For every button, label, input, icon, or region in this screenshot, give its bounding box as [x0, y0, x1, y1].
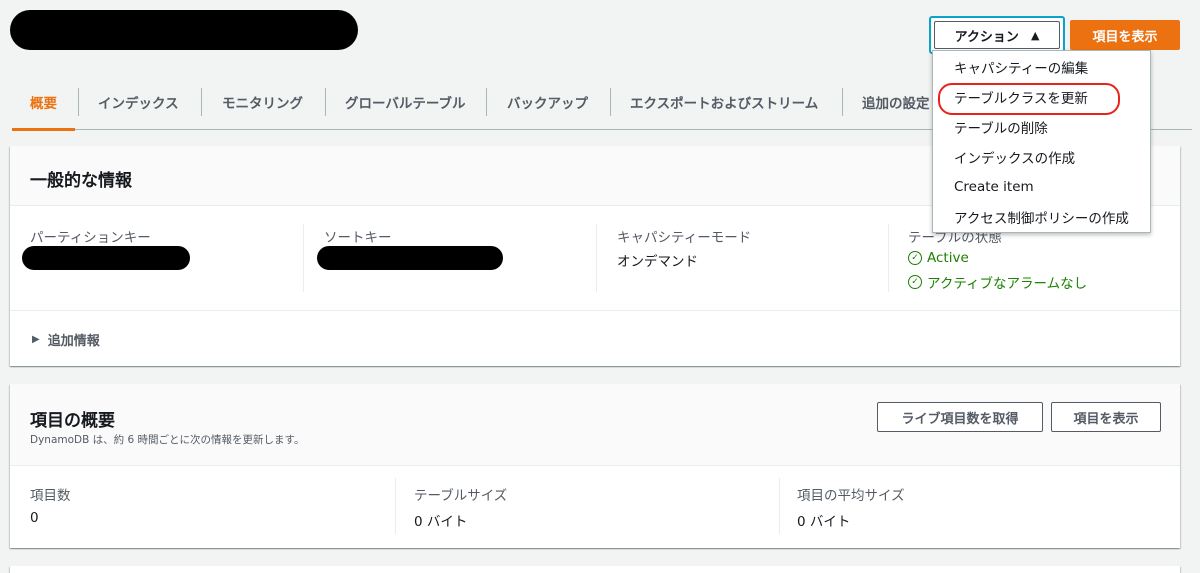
status-active: ✓ Active [908, 250, 969, 266]
table-size-value: 0 バイト [414, 514, 468, 530]
additional-info-label: 追加情報 [47, 334, 100, 349]
partition-key-label: パーティションキー [30, 230, 151, 246]
status-active-text: Active [927, 250, 969, 266]
menu-item-delete-table[interactable]: テーブルの削除 [933, 112, 1150, 142]
capacity-mode-value: オンデマンド [617, 254, 698, 270]
menu-item-update-table-class[interactable]: テーブルクラスを更新 [933, 82, 1150, 115]
table-size-label: テーブルサイズ [414, 488, 508, 504]
tab-indexes[interactable]: インデックス [80, 74, 197, 129]
tab-backups[interactable]: バックアップ [489, 74, 606, 129]
redacted-partition-key [22, 246, 190, 270]
item-summary-title: 項目の概要 [30, 411, 115, 431]
menu-item-create-access-policy[interactable]: アクセス制御ポリシーの作成 [933, 202, 1150, 232]
redacted-table-name [10, 10, 358, 50]
tab-separator [325, 88, 326, 116]
actions-button[interactable]: アクション ▲ [934, 21, 1060, 49]
tab-separator [486, 88, 487, 116]
actions-button-focus-ring: アクション ▲ [929, 16, 1065, 54]
item-summary-panel: 項目の概要 DynamoDB は、約 6 時間ごとに次の情報を更新します。 ライ… [10, 384, 1180, 548]
column-divider [596, 224, 597, 292]
general-info-title: 一般的な情報 [30, 171, 132, 191]
column-divider [303, 224, 304, 292]
next-panel [10, 566, 1180, 573]
redacted-sort-key [317, 246, 503, 270]
actions-button-label: アクション [954, 29, 1019, 45]
actions-dropdown-menu: キャパシティーの編集 テーブルクラスを更新 テーブルの削除 インデックスの作成 … [932, 50, 1151, 233]
tab-global-tables[interactable]: グローバルテーブル [327, 74, 484, 129]
caret-right-icon: ▶ [32, 334, 40, 345]
tab-overview[interactable]: 概要 [12, 74, 75, 131]
get-live-item-count-button[interactable]: ライブ項目数を取得 [877, 402, 1043, 432]
item-summary-header: 項目の概要 DynamoDB は、約 6 時間ごとに次の情報を更新します。 ライ… [10, 384, 1180, 466]
menu-item-create-index[interactable]: インデックスの作成 [933, 142, 1150, 172]
tab-separator [610, 88, 611, 116]
menu-item-edit-capacity[interactable]: キャパシティーの編集 [933, 52, 1150, 82]
tab-separator [78, 88, 79, 116]
item-count-label: 項目数 [30, 488, 71, 504]
tab-monitoring[interactable]: モニタリング [204, 74, 321, 129]
menu-item-update-table-class-label: テーブルクラスを更新 [954, 91, 1088, 107]
tab-exports-streams[interactable]: エクスポートおよびストリーム [612, 74, 836, 129]
column-divider [888, 224, 889, 292]
menu-item-create-item[interactable]: Create item [933, 172, 1150, 202]
caret-up-icon: ▲ [1030, 28, 1040, 42]
sort-key-label: ソートキー [324, 230, 392, 246]
item-count-value: 0 [30, 510, 39, 526]
tab-separator [842, 88, 843, 116]
status-alarms-text: アクティブなアラームなし [927, 276, 1088, 292]
avg-item-size-value: 0 バイト [797, 514, 851, 530]
view-items-secondary-button[interactable]: 項目を表示 [1051, 402, 1161, 432]
item-summary-subtitle: DynamoDB は、約 6 時間ごとに次の情報を更新します。 [30, 434, 305, 446]
avg-item-size-label: 項目の平均サイズ [797, 488, 905, 504]
check-circle-icon: ✓ [908, 275, 922, 289]
tab-separator [201, 88, 202, 116]
status-alarms: ✓ アクティブなアラームなし [908, 272, 1087, 292]
column-divider [779, 478, 780, 534]
check-circle-icon: ✓ [908, 251, 922, 265]
capacity-mode-label: キャパシティーモード [617, 230, 752, 246]
view-items-button[interactable]: 項目を表示 [1070, 20, 1180, 50]
column-divider [395, 478, 396, 534]
additional-info-expander[interactable]: ▶ 追加情報 [32, 330, 100, 349]
